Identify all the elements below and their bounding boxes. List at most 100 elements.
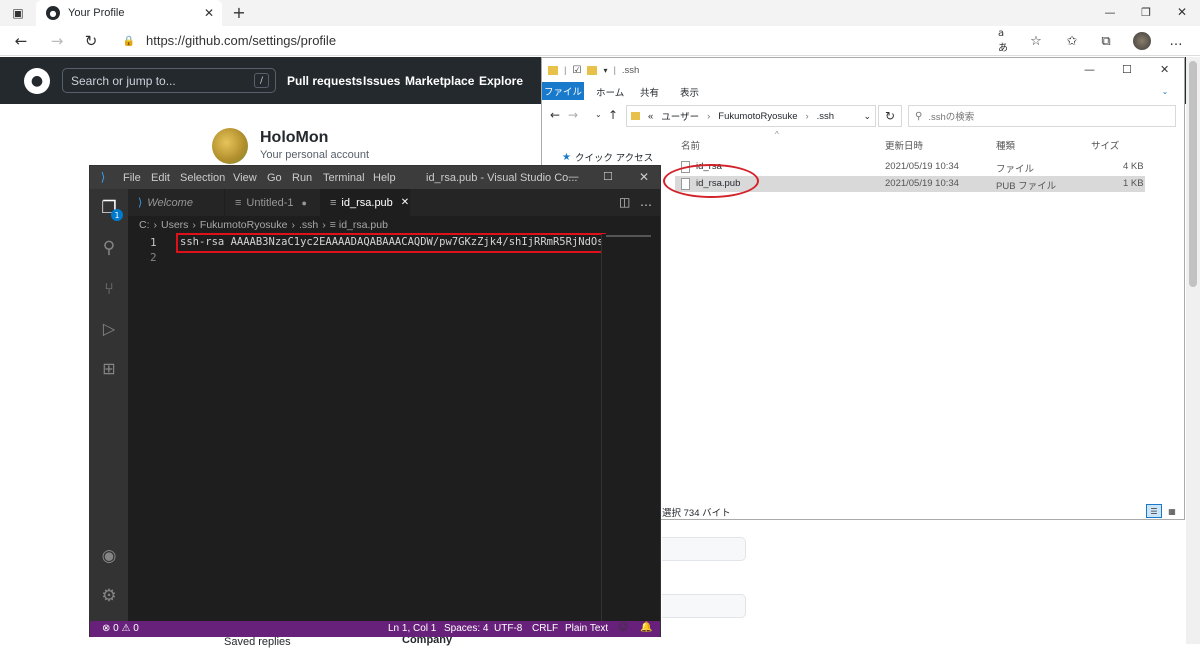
eol-status[interactable]: CRLF xyxy=(532,623,558,634)
vscode-minimize-icon[interactable]: — xyxy=(568,170,579,183)
tab-actions-icon[interactable]: ▣ xyxy=(10,5,26,21)
col-name[interactable]: 名前 xyxy=(681,138,700,152)
explorer-maximize-icon[interactable]: ☐ xyxy=(1122,63,1132,76)
quick-access-item[interactable]: ★ クイック アクセス xyxy=(562,150,653,165)
menu-help[interactable]: Help xyxy=(373,172,396,184)
saved-replies-link[interactable]: Saved replies xyxy=(224,636,291,648)
ribbon-tab-view[interactable]: 表示 xyxy=(680,85,699,99)
page-scrollbar[interactable] xyxy=(1186,57,1200,644)
vscode-maximize-icon[interactable]: ☐ xyxy=(603,170,613,183)
path-user[interactable]: FukumotoRyosuke xyxy=(718,111,797,122)
explorer-search-input[interactable]: ⚲ .sshの検索 xyxy=(908,105,1176,127)
ribbon-tab-home[interactable]: ホーム xyxy=(596,85,624,99)
details-view-icon[interactable]: ☰ xyxy=(1146,504,1162,518)
menu-view[interactable]: View xyxy=(233,172,257,184)
more-actions-icon[interactable]: … xyxy=(640,195,652,209)
profile-avatar[interactable] xyxy=(212,128,248,164)
path-dropdown-icon[interactable]: ⌄ xyxy=(863,111,871,122)
recent-locations-icon[interactable]: ⌄ xyxy=(595,110,602,119)
collections-icon[interactable]: ⧉ xyxy=(1098,33,1114,49)
split-editor-icon[interactable]: ◫ xyxy=(619,195,630,209)
back-icon[interactable]: ← xyxy=(12,32,30,50)
up-folder-icon[interactable]: ↑ xyxy=(608,108,618,122)
forward-icon[interactable]: → xyxy=(48,32,66,50)
more-menu-icon[interactable]: … xyxy=(1168,33,1184,49)
menu-run[interactable]: Run xyxy=(292,172,312,184)
encoding-status[interactable]: UTF-8 xyxy=(494,623,522,634)
explorer-path-bar[interactable]: « ユーザー › FukumotoRyosuke › .ssh ⌄ xyxy=(626,105,876,127)
path-users[interactable]: ユーザー xyxy=(661,109,699,123)
col-type[interactable]: 種類 xyxy=(996,138,1015,152)
crumb-drive[interactable]: C: xyxy=(139,219,150,231)
tiles-view-icon[interactable]: ▦ xyxy=(1164,504,1180,518)
tab-your-profile[interactable]: ● Your Profile ✕ xyxy=(36,0,222,26)
minimap[interactable] xyxy=(601,234,660,621)
path-overflow[interactable]: « xyxy=(648,111,653,122)
close-tab-icon[interactable]: ✕ xyxy=(204,6,214,20)
menu-selection[interactable]: Selection xyxy=(180,172,225,184)
search-icon[interactable]: ⚲ xyxy=(98,237,120,259)
crumb-user[interactable]: FukumotoRyosuke xyxy=(200,219,288,231)
tab-welcome[interactable]: ⟩ Welcome xyxy=(128,189,223,216)
cursor-position[interactable]: Ln 1, Col 1 xyxy=(388,623,436,634)
new-tab-icon[interactable]: + xyxy=(230,3,248,22)
minimize-icon[interactable]: — xyxy=(1102,4,1118,20)
explorer-refresh-icon[interactable]: ↻ xyxy=(878,105,902,127)
maximize-icon[interactable]: ❐ xyxy=(1138,4,1154,20)
problems-status[interactable]: ⊗ 0 ⚠ 0 xyxy=(102,623,139,634)
close-window-icon[interactable]: ✕ xyxy=(1174,4,1190,20)
extensions-icon[interactable]: ⊞ xyxy=(98,357,120,379)
menu-go[interactable]: Go xyxy=(267,172,282,184)
explorer-close-icon[interactable]: ✕ xyxy=(1160,63,1169,76)
quick-toolbar-dropdown-icon[interactable]: ▾ xyxy=(603,66,607,75)
favorites-icon[interactable]: ✩ xyxy=(1064,33,1080,49)
profile-avatar-icon[interactable] xyxy=(1133,32,1151,50)
url-text[interactable]: https://github.com/settings/profile xyxy=(146,33,336,48)
tab-id-rsa-pub[interactable]: ≡ id_rsa.pub ✕ xyxy=(320,189,410,216)
ribbon-tab-file[interactable]: ファイル xyxy=(542,82,584,100)
run-debug-icon[interactable]: ▷ xyxy=(98,317,120,339)
nav-explore[interactable]: Explore xyxy=(479,74,523,88)
properties-icon[interactable]: ☑ xyxy=(572,65,581,76)
explorer-forward-icon[interactable]: → xyxy=(568,108,578,122)
nav-marketplace[interactable]: Marketplace xyxy=(405,74,474,88)
ribbon-tab-share[interactable]: 共有 xyxy=(640,85,659,99)
unsaved-dot-icon[interactable]: ● xyxy=(302,198,307,208)
vscode-close-icon[interactable]: ✕ xyxy=(639,170,649,184)
favorite-star-icon[interactable]: ☆ xyxy=(1028,33,1044,49)
menu-file[interactable]: File xyxy=(123,172,141,184)
accounts-icon[interactable]: ◉ xyxy=(98,545,120,567)
read-aloud-icon[interactable]: aあ xyxy=(998,28,1014,54)
crumb-file[interactable]: id_rsa.pub xyxy=(339,219,388,231)
crumb-users[interactable]: Users xyxy=(161,219,188,231)
star-icon: ★ xyxy=(562,151,571,163)
manage-gear-icon[interactable]: ⚙ xyxy=(98,585,120,607)
new-folder-icon[interactable] xyxy=(587,65,598,75)
path-folder-icon xyxy=(631,112,640,120)
crumb-ssh[interactable]: .ssh xyxy=(299,219,318,231)
language-mode[interactable]: Plain Text xyxy=(565,623,608,634)
indentation-status[interactable]: Spaces: 4 xyxy=(444,623,488,634)
vscode-logo-icon: ⟩ xyxy=(100,170,106,184)
tab-untitled[interactable]: ≡ Untitled-1 ● xyxy=(224,189,319,216)
explorer-back-icon[interactable]: ← xyxy=(550,108,560,122)
editor-area[interactable]: 1 2 ssh-rsa AAAAB3NzaC1yc2EAAAADAQABAAAC… xyxy=(128,234,623,621)
ribbon-expand-icon[interactable]: ⌄ xyxy=(1158,84,1172,98)
col-size[interactable]: サイズ xyxy=(1091,138,1119,152)
path-ssh[interactable]: .ssh xyxy=(817,111,834,122)
profile-field-input[interactable] xyxy=(662,537,746,561)
menu-terminal[interactable]: Terminal xyxy=(323,172,365,184)
github-search-input[interactable]: Search or jump to... / xyxy=(62,68,276,93)
profile-field-input-2[interactable] xyxy=(662,594,746,618)
github-logo-icon[interactable]: ● xyxy=(24,68,50,94)
source-control-icon[interactable]: ⑂ xyxy=(98,277,120,299)
close-tab-icon[interactable]: ✕ xyxy=(401,197,409,208)
feedback-icon[interactable]: ☺ xyxy=(618,622,628,633)
menu-edit[interactable]: Edit xyxy=(151,172,170,184)
col-date[interactable]: 更新日時 xyxy=(885,138,923,152)
notifications-bell-icon[interactable]: 🔔 xyxy=(640,622,652,633)
nav-issues[interactable]: Issues xyxy=(363,74,400,88)
refresh-icon[interactable]: ↻ xyxy=(82,32,100,50)
nav-pull-requests[interactable]: Pull requests xyxy=(287,74,362,88)
explorer-minimize-icon[interactable]: — xyxy=(1084,63,1095,76)
